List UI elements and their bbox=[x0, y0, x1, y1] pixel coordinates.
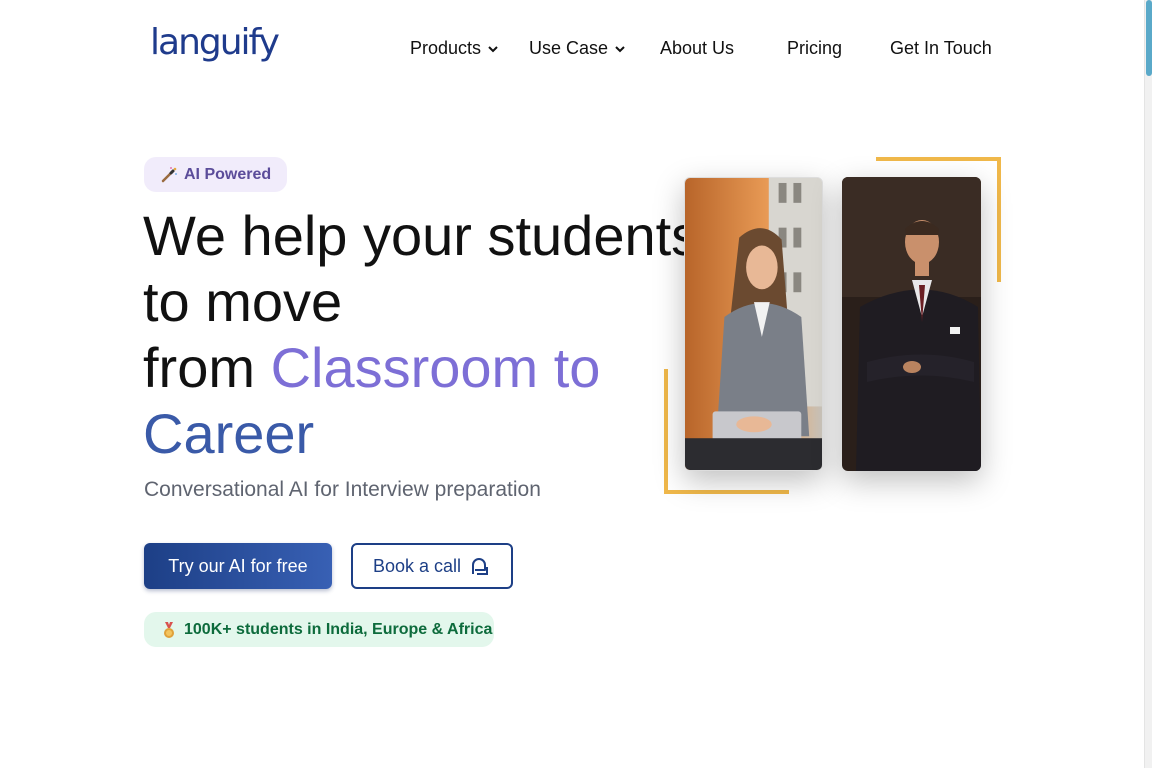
hero-subheadline: Conversational AI for Interview preparat… bbox=[144, 478, 541, 501]
ai-powered-label: AI Powered bbox=[184, 165, 272, 183]
photo-woman-illustration bbox=[685, 178, 822, 470]
headline-line-1: We help your students bbox=[143, 204, 700, 267]
headline-line-3-prefix: from bbox=[143, 336, 271, 399]
nav-item-pricing[interactable]: Pricing bbox=[787, 38, 842, 59]
chevron-down-icon bbox=[615, 45, 625, 52]
photo-woman-student bbox=[684, 177, 823, 471]
nav-item-label: Use Case bbox=[529, 38, 609, 58]
page-scrollbar[interactable] bbox=[1144, 0, 1152, 768]
magic-wand-icon bbox=[161, 166, 177, 182]
try-ai-free-button[interactable]: Try our AI for free bbox=[144, 543, 332, 589]
ai-powered-badge: AI Powered bbox=[144, 157, 288, 192]
headline-highlight-career: Career bbox=[143, 402, 315, 465]
students-count-label: 100K+ students in India, Europe & Africa bbox=[184, 620, 493, 638]
try-ai-free-label: Try our AI for free bbox=[168, 555, 308, 576]
main-nav: Products Use Case About Us Pricing Get I… bbox=[0, 38, 1140, 62]
nav-item-label: Pricing bbox=[787, 38, 843, 58]
chevron-down-icon bbox=[488, 45, 498, 52]
nav-item-products[interactable]: Products bbox=[410, 38, 499, 59]
headline-line-3: from Classroom to bbox=[143, 335, 663, 401]
book-call-label: Book a call bbox=[372, 555, 462, 576]
nav-item-get-in-touch[interactable]: Get In Touch bbox=[890, 38, 992, 59]
nav-item-label: About Us bbox=[660, 38, 735, 58]
hero-headline: We help your students to move from Class… bbox=[143, 203, 700, 467]
medal-icon bbox=[164, 621, 174, 638]
headline-line-2: to move bbox=[143, 270, 343, 333]
nav-item-about-us[interactable]: About Us bbox=[660, 38, 734, 59]
nav-item-label: Get In Touch bbox=[890, 38, 992, 58]
scrollbar-thumb[interactable] bbox=[1146, 0, 1152, 76]
book-call-button[interactable]: Book a call bbox=[351, 543, 513, 589]
photo-man-professional bbox=[842, 177, 981, 471]
headline-highlight-classroom: Classroom to bbox=[270, 336, 601, 399]
photo-man-illustration bbox=[842, 177, 981, 471]
students-count-badge: 100K+ students in India, Europe & Africa bbox=[144, 612, 494, 647]
nav-item-label: Products bbox=[410, 38, 482, 58]
nav-item-use-case[interactable]: Use Case bbox=[529, 38, 626, 59]
chat-bubble-icon bbox=[472, 558, 489, 575]
